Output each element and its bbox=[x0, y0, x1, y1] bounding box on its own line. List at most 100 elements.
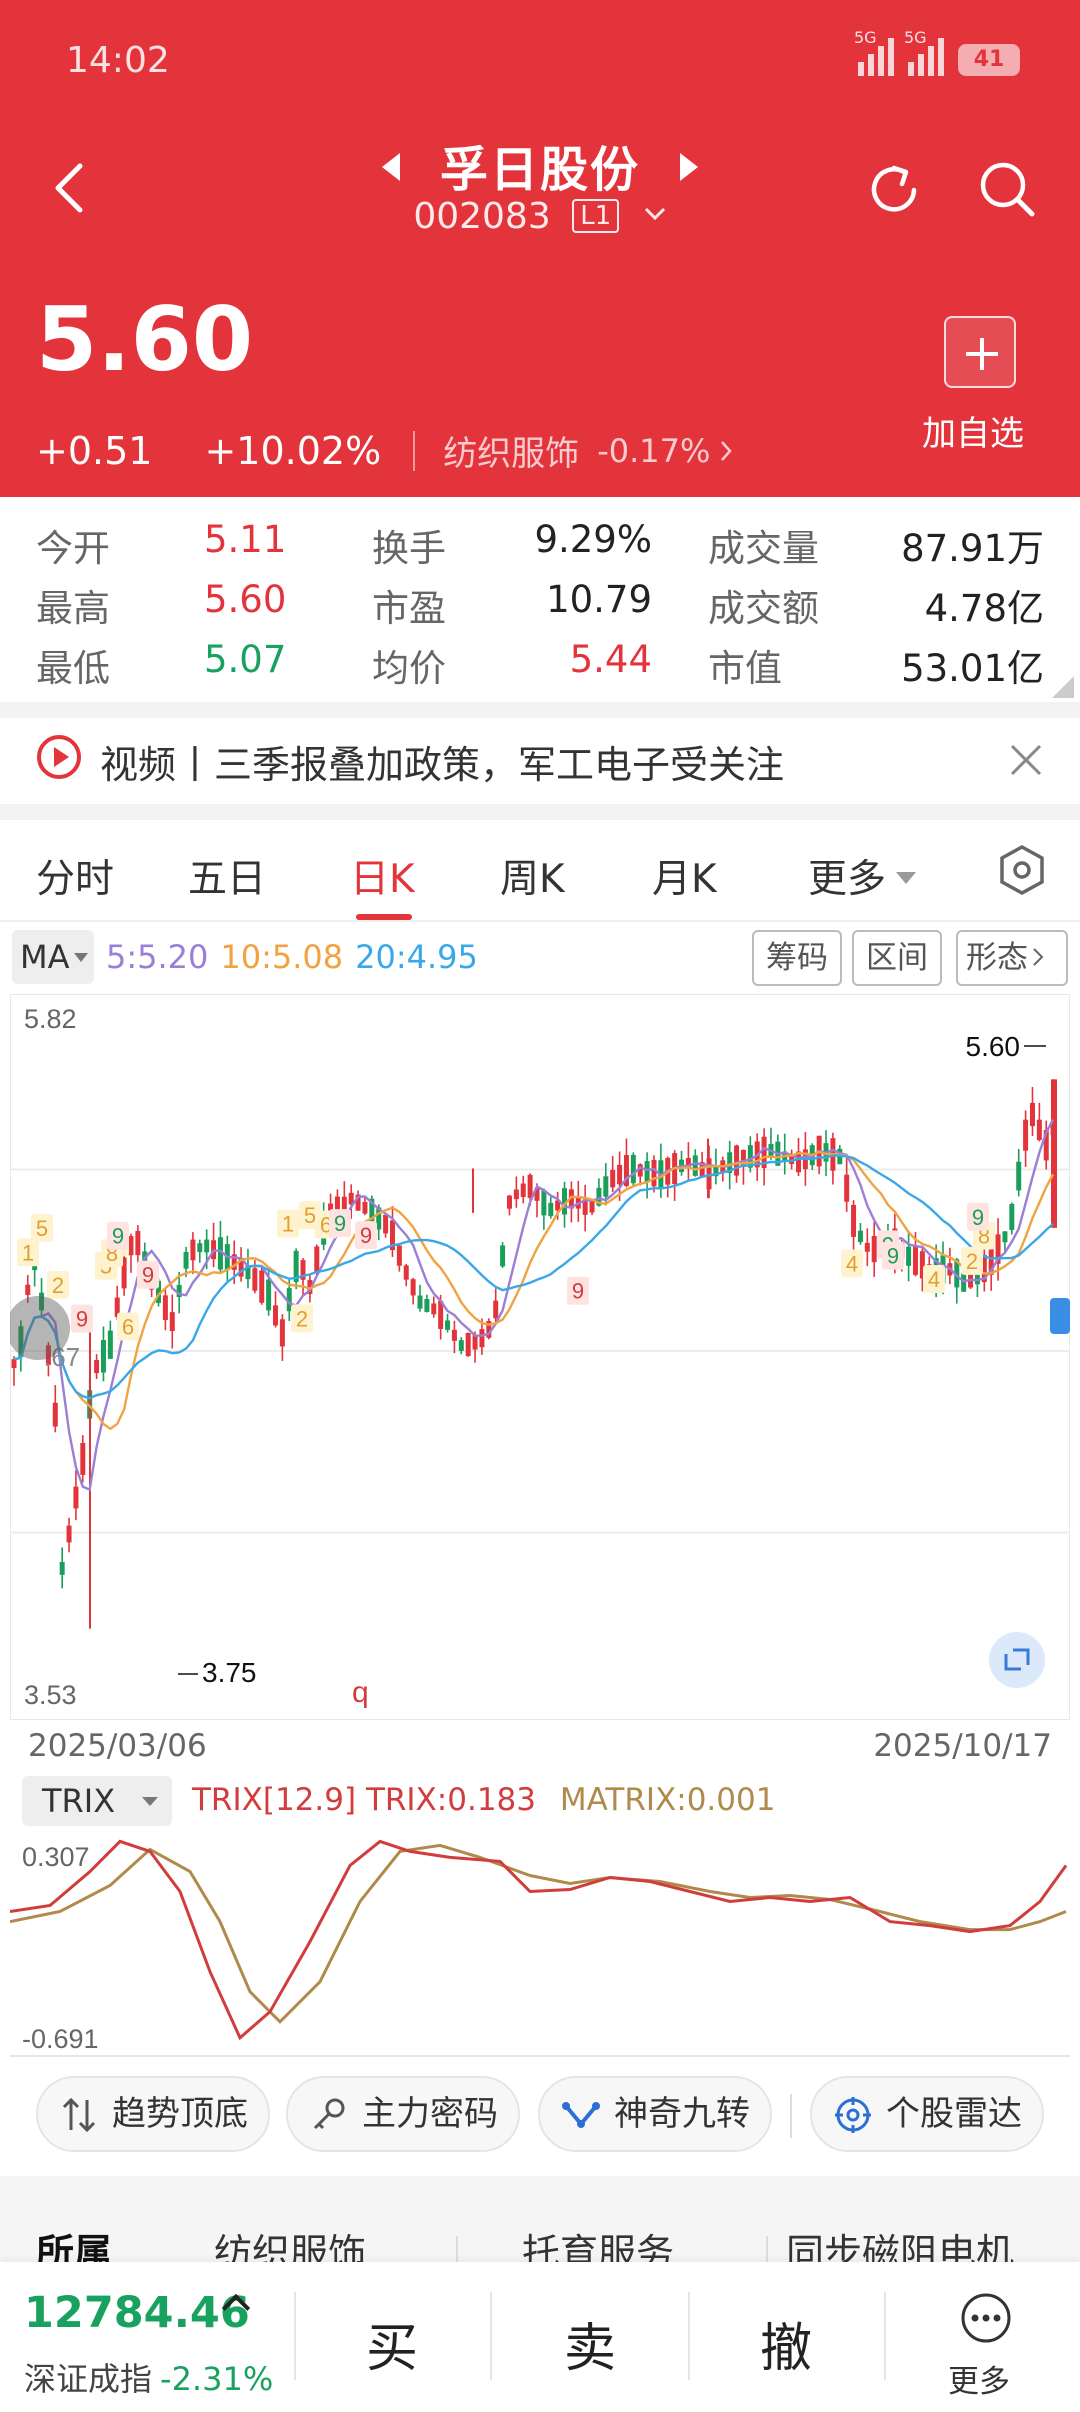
nine-turn-marker: 9 bbox=[137, 1260, 159, 1289]
ma5-value: 5:5.20 bbox=[106, 938, 209, 976]
cancel-order-button[interactable]: 撤 bbox=[726, 2306, 846, 2381]
svg-text:9: 9 bbox=[972, 1205, 984, 1230]
ma20-value: 20:4.95 bbox=[355, 938, 478, 976]
stock-name[interactable]: 孚日股份 bbox=[440, 142, 640, 198]
main-force-code-button[interactable]: 主力密码 bbox=[286, 2076, 520, 2152]
nine-turn-marker: 5 bbox=[31, 1214, 53, 1243]
indicator-selector[interactable]: TRIX bbox=[22, 1776, 172, 1826]
stat-label: 最高 bbox=[36, 587, 110, 630]
indicator-selector-label: TRIX bbox=[42, 1782, 116, 1820]
svg-text:2: 2 bbox=[52, 1273, 64, 1298]
status-time: 14:02 bbox=[66, 40, 170, 81]
trix-chart[interactable]: 0.307 -0.691 bbox=[10, 1826, 1070, 2058]
settings-icon[interactable] bbox=[998, 844, 1046, 896]
nine-turn-marker: 9 bbox=[107, 1221, 129, 1250]
candle-body bbox=[100, 1340, 106, 1373]
candle-body bbox=[252, 1268, 258, 1291]
stat-value-low: 5.07 bbox=[204, 638, 287, 681]
nine-turn-marker: 1 bbox=[277, 1209, 299, 1238]
candle-body bbox=[912, 1246, 918, 1275]
refresh-icon[interactable] bbox=[864, 160, 924, 220]
trix-value: TRIX:0.183 bbox=[365, 1782, 536, 1818]
chips-button[interactable]: 筹码 bbox=[752, 930, 842, 986]
candle-body bbox=[1029, 1102, 1035, 1127]
candle-body bbox=[273, 1305, 278, 1326]
candle-body bbox=[314, 1246, 320, 1272]
industry-change: -0.17% bbox=[597, 431, 711, 470]
svg-text:4: 4 bbox=[846, 1251, 858, 1276]
candle-body bbox=[630, 1154, 636, 1184]
candle-body bbox=[259, 1270, 265, 1303]
candle-body bbox=[279, 1319, 285, 1347]
tab-intraday[interactable]: 分时 bbox=[36, 848, 114, 904]
nine-turn-marker: 9 bbox=[567, 1276, 589, 1305]
expand-stats-icon[interactable] bbox=[1052, 676, 1074, 698]
expand-icon bbox=[989, 1632, 1045, 1688]
price-change-pct: +10.02% bbox=[204, 428, 382, 473]
candle-body bbox=[589, 1201, 595, 1213]
add-watchlist-button[interactable] bbox=[944, 316, 1016, 388]
sell-button[interactable]: 卖 bbox=[530, 2306, 650, 2381]
y-min-label: 3.53 bbox=[24, 1680, 77, 1710]
current-price: 5.60 bbox=[36, 288, 254, 391]
stock-radar-button[interactable]: 个股雷达 bbox=[810, 2076, 1044, 2152]
trix-y-max-label: 0.307 bbox=[22, 1842, 90, 1872]
candle-body bbox=[644, 1161, 650, 1183]
candle-body bbox=[417, 1295, 423, 1309]
candle-body bbox=[266, 1279, 272, 1311]
trix-y-min-label: -0.691 bbox=[22, 2024, 99, 2054]
industry-link[interactable]: 纺织服饰 bbox=[443, 426, 579, 475]
chevron-down-icon bbox=[644, 207, 665, 221]
y-max-label: 5.82 bbox=[24, 1004, 77, 1034]
add-watchlist-label[interactable]: 加自选 bbox=[922, 406, 1024, 455]
chart-marks: 159256978991256999492489 bbox=[11, 1079, 1057, 1629]
divider bbox=[688, 2292, 690, 2380]
price-change: +0.51 bbox=[36, 428, 153, 473]
tab-daily-k[interactable]: 日K bbox=[350, 848, 415, 904]
trix-header: TRIX TRIX[12.9] TRIX:0.183 MATRIX:0.001 bbox=[0, 1772, 1080, 1828]
matrix-line bbox=[10, 1843, 1067, 2024]
range-button[interactable]: 区间 bbox=[852, 930, 942, 986]
buy-button[interactable]: 买 bbox=[332, 2306, 452, 2381]
nine-turn-marker: 2 bbox=[961, 1246, 983, 1275]
candle-body bbox=[520, 1183, 526, 1197]
more-label[interactable]: 更多 bbox=[948, 2356, 1010, 2401]
svg-text:9: 9 bbox=[572, 1279, 584, 1304]
stat-row: 最低 5.07 均价 5.44 市值 53.01亿 bbox=[0, 638, 1080, 698]
strategy-label: 个股雷达 bbox=[886, 2094, 1022, 2134]
low-price-marker: 3.75 bbox=[202, 1657, 257, 1688]
stat-label: 成交量 bbox=[708, 527, 819, 570]
stat-label: 市值 bbox=[708, 647, 782, 690]
news-text[interactable]: 视频丨三季报叠加政策，军工电子受关注 bbox=[100, 734, 784, 789]
candle-body bbox=[1009, 1203, 1015, 1230]
close-icon[interactable] bbox=[1008, 742, 1044, 778]
nine-turn-icon bbox=[562, 2102, 600, 2128]
index-change: -2.31% bbox=[160, 2360, 274, 2398]
news-banner[interactable]: 视频丨三季报叠加政策，军工电子受关注 bbox=[0, 720, 1080, 804]
candle-body bbox=[107, 1330, 113, 1359]
candle-body bbox=[1016, 1161, 1022, 1191]
level-badge: L1 bbox=[572, 199, 620, 233]
candle-body bbox=[500, 1245, 506, 1267]
tab-monthly-k[interactable]: 月K bbox=[652, 848, 717, 904]
nine-turn-button[interactable]: 神奇九转 bbox=[538, 2076, 772, 2152]
candle-body bbox=[472, 1334, 478, 1350]
svg-text:6: 6 bbox=[122, 1314, 134, 1339]
ma10-value: 10:5.08 bbox=[220, 938, 344, 976]
candle-body bbox=[906, 1246, 912, 1266]
candle-body bbox=[513, 1189, 519, 1200]
next-stock-arrow[interactable] bbox=[680, 153, 698, 181]
pattern-button[interactable]: 形态 bbox=[956, 930, 1068, 986]
ma-row: MA 5:5.20 10:5.08 20:4.95 筹码 区间 形态 bbox=[0, 924, 1080, 994]
tab-weekly-k[interactable]: 周K bbox=[500, 848, 565, 904]
search-icon[interactable] bbox=[976, 158, 1038, 220]
more-icon[interactable] bbox=[960, 2292, 1012, 2344]
tab-five-day[interactable]: 五日 bbox=[188, 848, 266, 904]
svg-text:2: 2 bbox=[966, 1249, 978, 1274]
candlestick-chart[interactable]: 159256978991256999492489 5.823.53.675.60… bbox=[10, 994, 1070, 1720]
candle-body bbox=[94, 1359, 100, 1374]
tab-more[interactable]: 更多 bbox=[808, 848, 917, 904]
candle-body bbox=[603, 1176, 609, 1197]
trend-top-bottom-button[interactable]: 趋势顶底 bbox=[36, 2076, 270, 2152]
ma-selector[interactable]: MA bbox=[12, 930, 94, 984]
